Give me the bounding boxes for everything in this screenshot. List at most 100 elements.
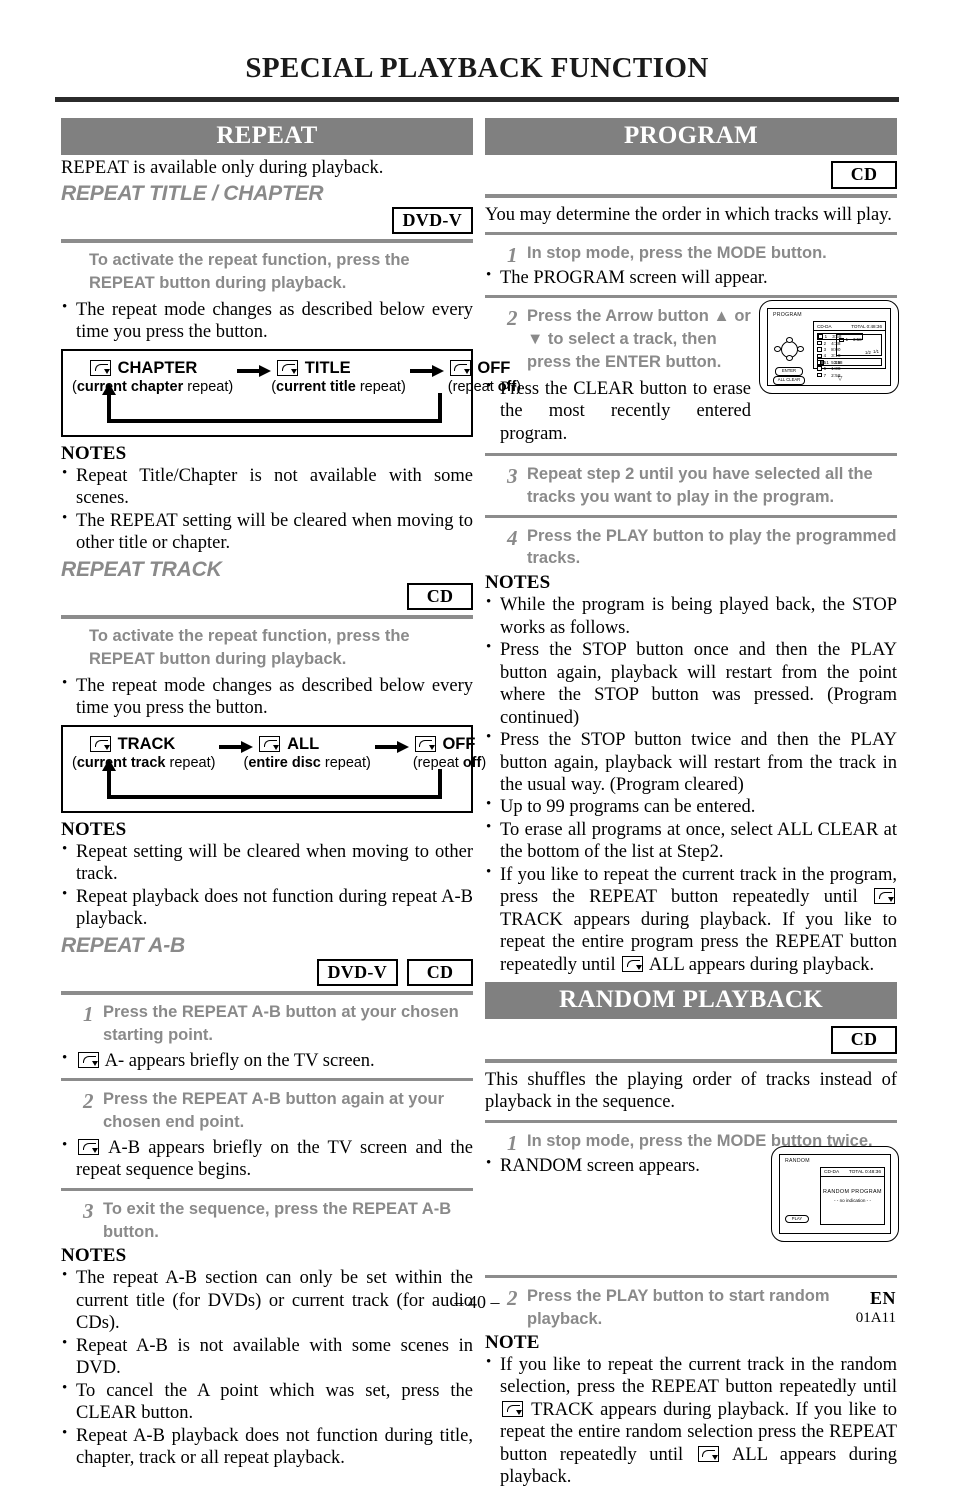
bullet-text: A- appears briefly on the TV screen. — [104, 1050, 375, 1071]
divider — [485, 232, 897, 236]
divider — [485, 193, 897, 198]
osd-all-clear-button: ALL CLEAR — [773, 376, 805, 385]
list-item: Up to 99 programs can be entered. — [485, 795, 897, 818]
osd-entry-no: 1 — [845, 337, 849, 343]
osd-random-message: RANDOM PROGRAM - - no indication - - — [821, 1189, 884, 1203]
osd-bottom-checkbox — [820, 360, 825, 365]
left-column: REPEAT REPEAT is available only during p… — [61, 118, 521, 1470]
flow-sub-bold: current title — [276, 378, 356, 395]
list-item: While the program is being played back, … — [485, 593, 897, 639]
step-number: 4 — [507, 525, 518, 550]
osd-track-checkbox — [817, 372, 822, 378]
footer-codes: EN 01A11 — [856, 1288, 896, 1327]
osd-track-no: 7 — [823, 372, 827, 378]
list-item: Press the STOP button once and then the … — [485, 638, 897, 729]
step-3-program: 3 Repeat step 2 until you have selected … — [485, 463, 897, 509]
list-item: Repeat setting will be cleared when movi… — [61, 840, 473, 886]
divider — [485, 1275, 897, 1279]
list-item: To cancel the A point which was set, pre… — [61, 1379, 473, 1425]
osd-total-time: TOTAL 0:48:36 — [851, 324, 882, 330]
badge-row-random: CD — [485, 1026, 897, 1054]
arrow-left-icon — [774, 346, 781, 353]
flow-arrow — [409, 364, 444, 383]
osd-panel-header: CD-DA TOTAL 0:48:36 — [814, 322, 885, 332]
step-3-repeat-ab: 3 To exit the sequence, press the REPEAT… — [61, 1198, 473, 1244]
osd-entry-time: 3:58 — [853, 337, 862, 343]
flow-arrow — [237, 364, 272, 383]
flow-loop-line — [438, 392, 442, 423]
step-1-program: 1 In stop mode, press the MODE button. — [485, 242, 897, 267]
osd-bottom-time: 3:58 — [833, 359, 843, 365]
notes-heading: NOTES — [61, 442, 127, 464]
osd-play-button: PLAY — [785, 1214, 809, 1224]
step-text: In stop mode, press the MODE button. — [527, 244, 827, 263]
badge-cd: CD — [831, 161, 897, 189]
osd-track-no: 2 — [823, 340, 827, 346]
note-part-3: ALL appears during playback. — [648, 954, 875, 975]
notes-title-chapter: Repeat Title/Chapter is not available wi… — [61, 464, 473, 555]
osd-total-time: TOTAL 0:48:36 — [848, 1169, 881, 1175]
language-code: EN — [869, 1288, 896, 1308]
flow-sub-bold: current chapter — [76, 378, 184, 395]
note-part-1: If you like to repeat the current track … — [500, 1354, 897, 1398]
instruction-repeat-title-chapter: To activate the repeat function, press t… — [89, 251, 410, 293]
repeat-loop-icon — [449, 360, 471, 377]
repeat-loop-icon — [78, 1138, 99, 1155]
badge-cd: CD — [407, 582, 473, 611]
flow-label: OFF — [442, 734, 476, 753]
step-1-repeat-ab: 1 Press the REPEAT A-B button at your ch… — [61, 1001, 473, 1047]
document-code: 01A11 — [855, 1310, 896, 1326]
repeat-intro: REPEAT is available only during playback… — [61, 158, 384, 178]
flow-loop-arrowhead — [102, 382, 116, 395]
list-item: Repeat playback does not function during… — [61, 885, 473, 931]
list-item: The repeat mode changes as described bel… — [61, 674, 473, 720]
list-item: A-B appears briefly on the TV screen and… — [61, 1136, 473, 1182]
osd-enter-button: ENTER — [775, 367, 803, 376]
section-band-random: RANDOM PLAYBACK — [485, 982, 897, 1020]
manual-page: SPECIAL PLAYBACK FUNCTION REPEAT REPEAT … — [0, 0, 954, 1487]
repeat-loop-icon — [259, 736, 281, 753]
list-item: To erase all programs at once, select AL… — [485, 818, 897, 864]
flow-loop-line — [107, 768, 111, 797]
step-number: 2 — [507, 306, 518, 331]
list-item: Press the STOP button twice and then the… — [485, 728, 897, 796]
osd-frame: RANDOM PLAY CD-DA TOTAL 0:48:36 RANDOM P… — [779, 1154, 891, 1235]
arrow-down-icon — [785, 355, 793, 362]
bullets-random-1: RANDOM screen appears. — [485, 1154, 740, 1177]
badge-dvd-v: DVD-V — [391, 206, 473, 235]
notes-track: Repeat setting will be cleared when movi… — [61, 840, 473, 931]
osd-program-panel: CD-DA TOTAL 0:48:36 1 3:58 2 4:38 3 8:00 43… — [813, 321, 886, 382]
flow-sub-bold: off — [462, 754, 482, 771]
step-text: Press the REPEAT A-B button again at you… — [103, 1090, 445, 1132]
right-column: PROGRAM CD You may determine the order i… — [485, 118, 899, 1489]
list-item: A- appears briefly on the TV screen. — [61, 1049, 473, 1072]
list-item: RANDOM screen appears. — [485, 1154, 740, 1177]
badge-row-program: CD — [485, 161, 897, 189]
bullets-program-2: Press the CLEAR button to erase the most… — [485, 377, 751, 445]
osd-track-no: 3 — [823, 346, 827, 352]
osd-track-checkbox — [817, 366, 822, 371]
heading-repeat-title-chapter: REPEAT TITLE / CHAPTER — [61, 181, 324, 205]
divider — [61, 615, 473, 620]
step-number: 3 — [507, 464, 518, 489]
osd-track-checkbox — [818, 334, 823, 339]
step-text: Press the Arrow button ▲ or ▼ to select … — [527, 307, 751, 372]
osd-track-no: 6 — [823, 366, 827, 372]
repeat-loop-icon — [90, 360, 111, 377]
osd-screen-program: PROGRAM ENTER ALL CLEAR CD-DA TOTAL 0:48… — [759, 300, 899, 395]
step-number: 1 — [83, 1002, 94, 1027]
badge-row-ab: DVD-V CD — [61, 958, 473, 987]
repeat-loop-icon — [277, 360, 299, 377]
flow-label: ALL — [287, 734, 320, 753]
flow-label: TITLE — [304, 358, 351, 377]
osd-random-panel: CD-DA TOTAL 0:48:36 RANDOM PROGRAM - - n… — [820, 1167, 885, 1226]
divider — [61, 1078, 473, 1082]
repeat-loop-icon — [502, 1400, 523, 1417]
badge-row-title-chapter: DVD-V — [61, 206, 473, 235]
section-band-repeat: REPEAT — [61, 118, 473, 155]
step-4-program: 4 Press the PLAY button to play the prog… — [485, 525, 897, 571]
step-text: Press the REPEAT A-B button at your chos… — [103, 1003, 459, 1045]
step-number: 1 — [507, 1131, 518, 1156]
osd-bottom-entry: 1 3:58 — [817, 358, 882, 367]
arrow-pad-icon — [774, 337, 806, 363]
